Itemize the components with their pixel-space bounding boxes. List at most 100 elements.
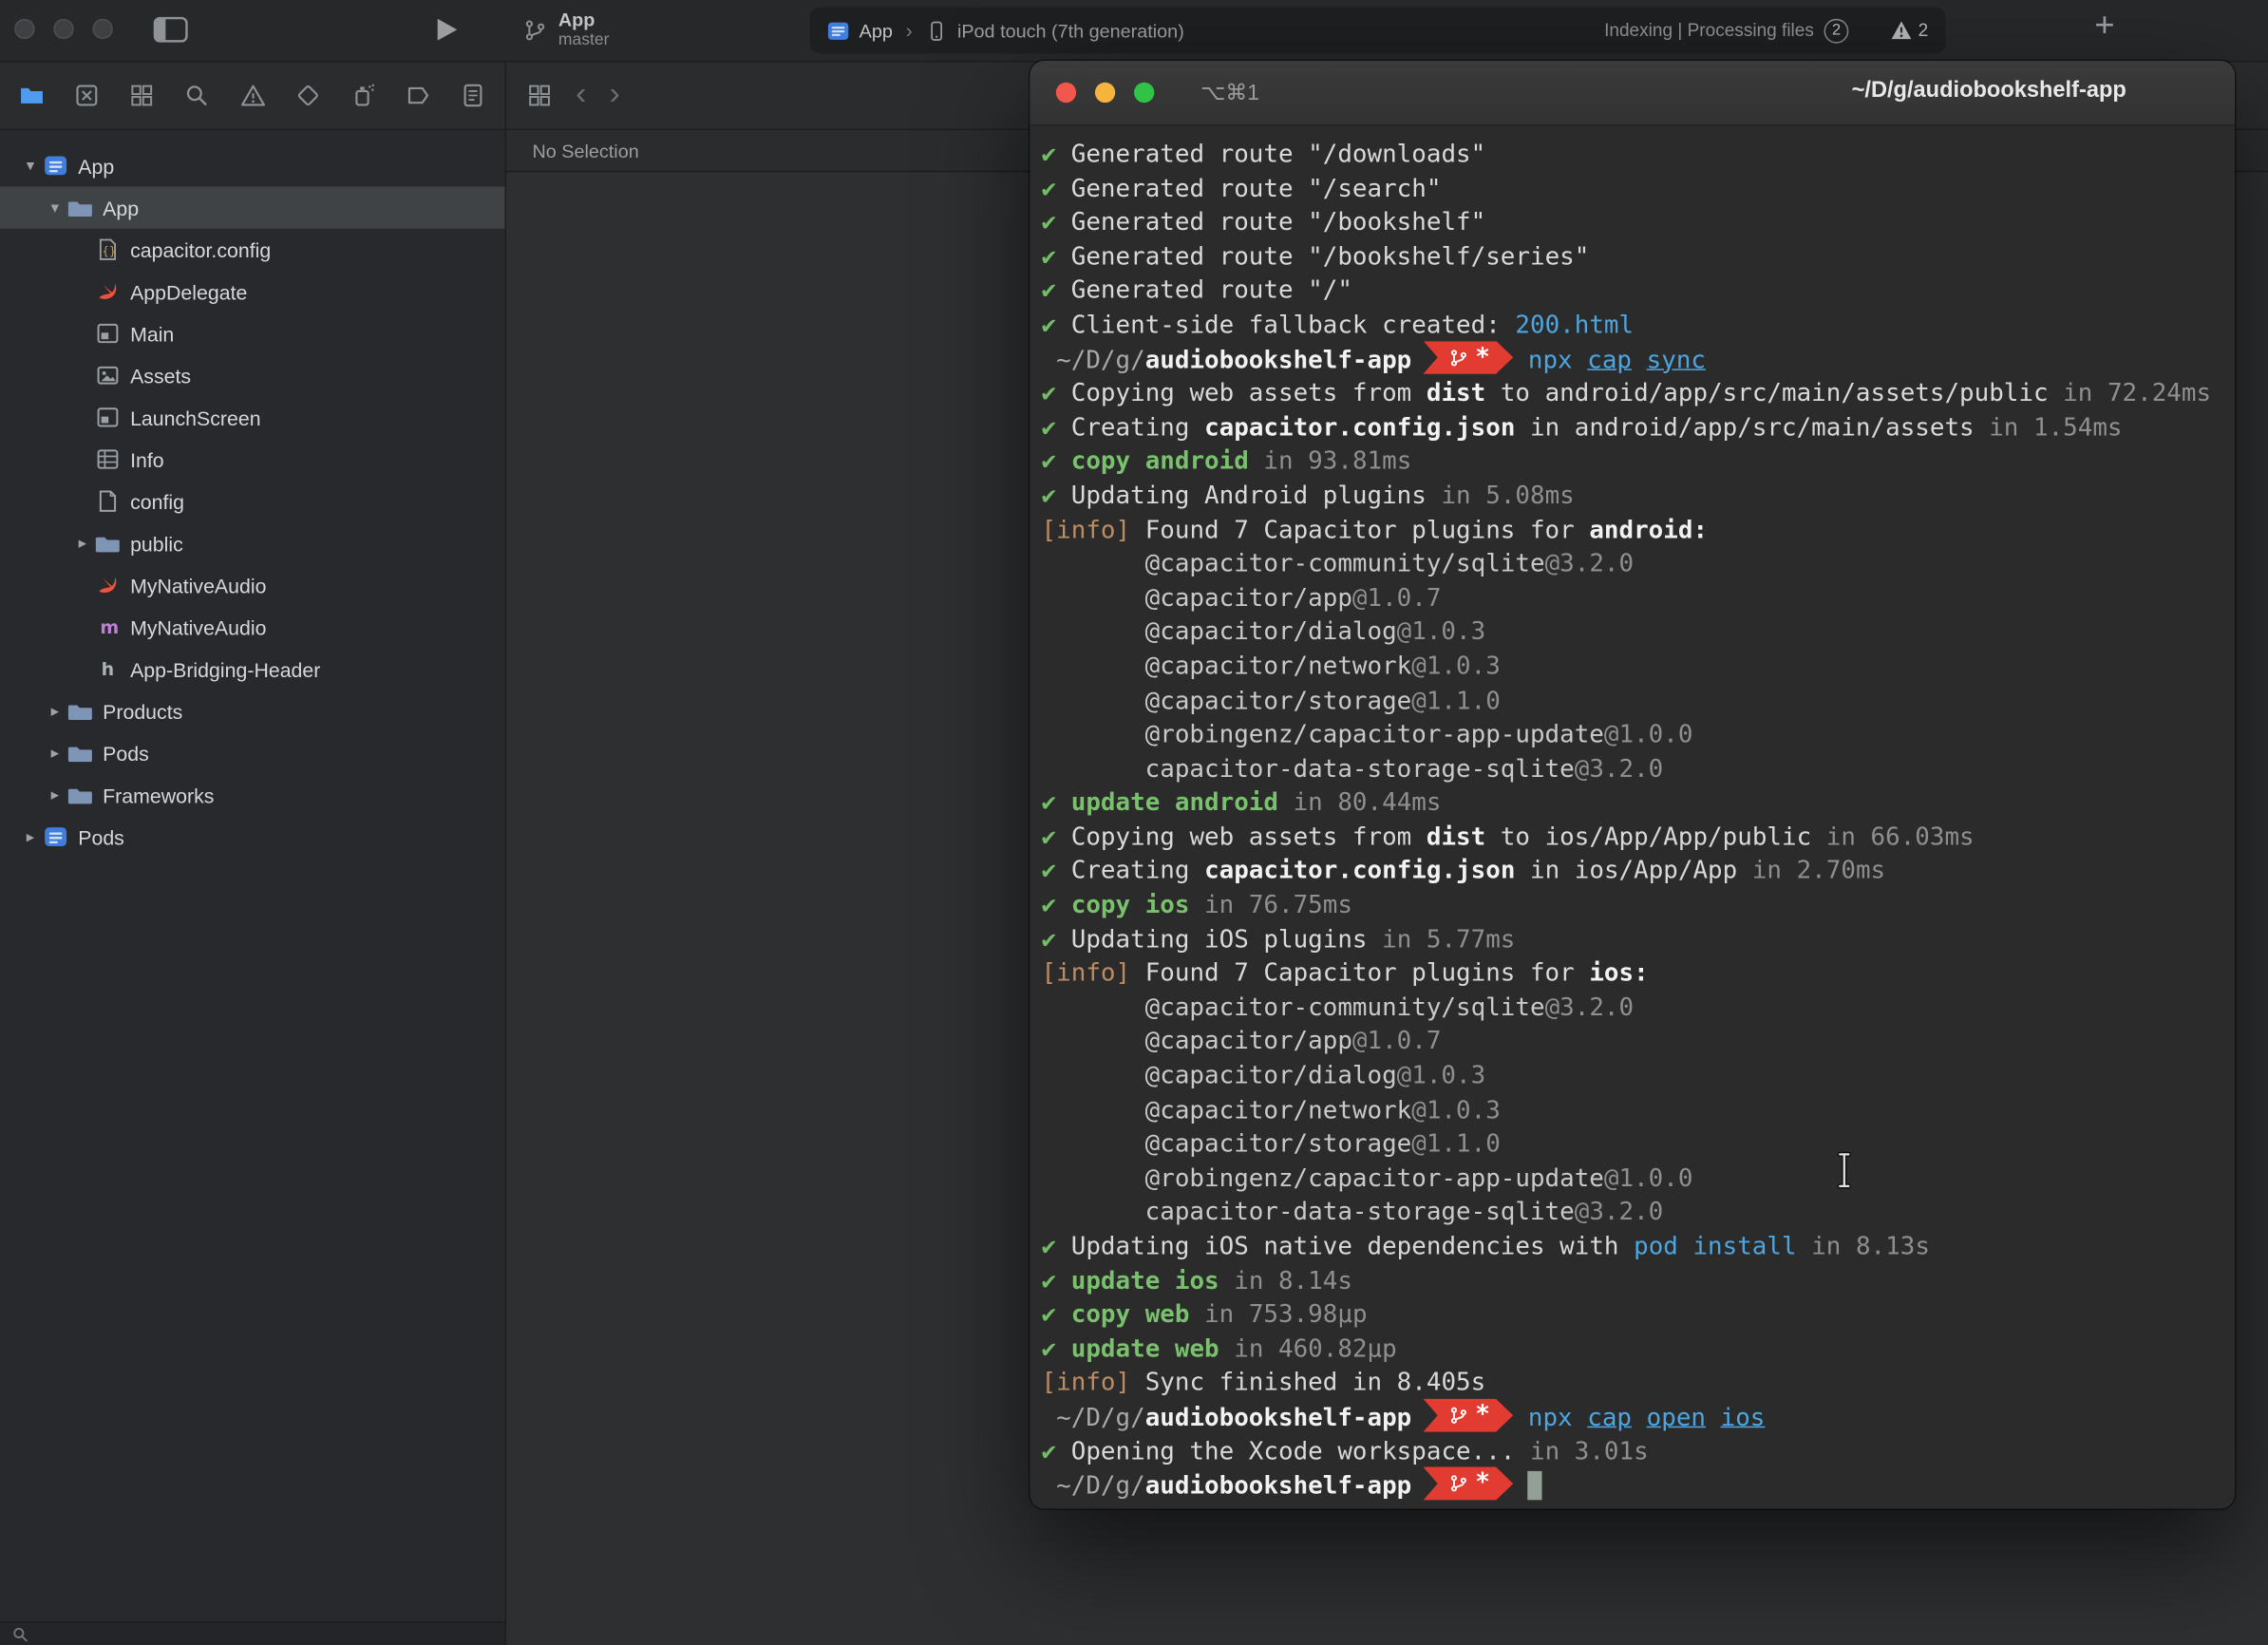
terminal-output-line: ✔ update android in 80.44ms xyxy=(1042,787,2223,822)
terminal-output-line: [info] Sync finished in 8.405s xyxy=(1042,1368,2223,1402)
disclosure-closed-icon[interactable]: ▸ xyxy=(42,702,67,721)
terminal-text xyxy=(1632,346,1647,374)
tree-item-label: public xyxy=(130,532,183,555)
run-button[interactable] xyxy=(434,16,460,44)
symbols-icon xyxy=(129,83,155,108)
sidebar-item-capacitor-config[interactable]: {}capacitor.config xyxy=(0,229,505,271)
terminal-output-line: @robingenz/capacitor-app-update@1.0.0 xyxy=(1042,1163,2223,1197)
sidebar-item-mynativeaudio[interactable]: MyNativeAudio xyxy=(0,564,505,606)
sidebar-item-products[interactable]: ▸Products xyxy=(0,690,505,731)
terminal-text xyxy=(1706,1404,1721,1432)
terminal-text: ios: xyxy=(1589,959,1648,988)
sidebar-item-pods[interactable]: ▸Pods xyxy=(0,816,505,858)
sidebar-item-config[interactable]: config xyxy=(0,481,505,522)
disclosure-open-icon[interactable]: ▾ xyxy=(42,199,67,217)
activity-badge[interactable]: 2 xyxy=(1824,18,1849,43)
sidebar-item-launchscreen[interactable]: LaunchScreen xyxy=(0,396,505,438)
terminal-output-line: ✔ Generated route "/" xyxy=(1042,275,2223,310)
sidebar-item-appdelegate[interactable]: AppDelegate xyxy=(0,271,505,312)
prompt-path-prefix: ~/D/g/ xyxy=(1042,1472,1145,1501)
terminal-output-line: ✔ update ios in 8.14s xyxy=(1042,1265,2223,1299)
disclosure-closed-icon[interactable]: ▸ xyxy=(17,827,43,846)
navigator-tab-project[interactable] xyxy=(17,81,46,109)
navigator-tab-find[interactable] xyxy=(182,81,211,109)
related-items-icon[interactable] xyxy=(526,83,552,108)
navigator-tab-breakpoints[interactable] xyxy=(404,81,432,109)
back-button[interactable]: ‹ xyxy=(576,77,586,109)
disclosure-closed-icon[interactable]: ▸ xyxy=(42,785,67,804)
terminal-text: ✔ xyxy=(1042,482,1071,510)
project-tree: ▾App▾App{}capacitor.configAppDelegateMai… xyxy=(0,130,505,858)
disclosure-open-icon[interactable]: ▾ xyxy=(17,156,43,175)
terminal-text: ✔ xyxy=(1042,1437,1071,1465)
terminal-text: ✔ xyxy=(1042,175,1071,203)
navigator-tab-debug[interactable] xyxy=(349,81,377,109)
disclosure-closed-icon[interactable]: ▸ xyxy=(69,534,95,553)
zoom-button[interactable] xyxy=(92,19,112,39)
terminal-text: in 1.54ms xyxy=(1989,413,2122,442)
git-branch-icon xyxy=(1449,348,1468,367)
navigator-tab-source-control[interactable] xyxy=(72,81,101,109)
sidebar-item-main[interactable]: Main xyxy=(0,312,505,354)
git-dirty-marker: * xyxy=(1475,342,1490,370)
run-destination-project[interactable]: App xyxy=(860,20,893,42)
swift-icon xyxy=(96,279,121,304)
terminal-output-line: @capacitor-community/sqlite@3.2.0 xyxy=(1042,548,2223,582)
disclosure-closed-icon[interactable]: ▸ xyxy=(42,744,67,763)
minimize-button[interactable] xyxy=(53,19,73,39)
navigator-tab-issues[interactable] xyxy=(238,81,267,109)
terminal-text: ✔ xyxy=(1042,379,1071,407)
terminal-body[interactable]: ✔ Generated route "/downloads"✔ Generate… xyxy=(1030,126,2235,1509)
navigator-tab-reports[interactable] xyxy=(459,81,487,109)
sidebar-item-pods[interactable]: ▸Pods xyxy=(0,732,505,774)
run-destination-device[interactable]: iPod touch (7th generation) xyxy=(957,20,1184,42)
close-button[interactable] xyxy=(1056,83,1076,103)
terminal-output-line: @capacitor/app@1.0.7 xyxy=(1042,1026,2223,1060)
sidebar-item-mynativeaudio[interactable]: mMyNativeAudio xyxy=(0,606,505,648)
terminal-output-line: ✔ Copying web assets from dist to androi… xyxy=(1042,378,2223,412)
terminal-output-line: ✔ Generated route "/search" xyxy=(1042,173,2223,207)
storyboard-icon xyxy=(96,405,121,429)
minimize-button[interactable] xyxy=(1095,83,1115,103)
terminal-text: copy android xyxy=(1071,447,1264,476)
sidebar-item-app[interactable]: ▾App xyxy=(0,186,505,228)
terminal-text: @robingenz/capacitor-app-update xyxy=(1042,1164,1604,1193)
sidebar-item-frameworks[interactable]: ▸Frameworks xyxy=(0,774,505,816)
terminal-text: @capacitor/app xyxy=(1042,1028,1352,1056)
terminal-text: in ios/App/App xyxy=(1515,857,1751,885)
terminal-text: ✔ xyxy=(1042,1334,1071,1363)
navigator-tab-tests[interactable] xyxy=(293,81,322,109)
sidebar-item-assets[interactable]: Assets xyxy=(0,354,505,396)
terminal-text: capacitor-data-storage-sqlite xyxy=(1042,755,1575,784)
terminal-titlebar[interactable]: ⌥⌘1 ~/D/g/audiobookshelf-app xyxy=(1030,61,2235,126)
terminal-text: capacitor.config.json xyxy=(1204,413,1515,442)
scheme-status[interactable]: App master xyxy=(523,6,609,55)
sidebar-item-app-bridging-header[interactable]: hApp-Bridging-Header xyxy=(0,648,505,690)
sidebar-item-public[interactable]: ▸ public xyxy=(0,522,505,564)
zoom-button[interactable] xyxy=(1134,83,1154,103)
sidebar-item-info[interactable]: Info xyxy=(0,438,505,480)
source-control-icon xyxy=(74,83,100,108)
toggle-sidebar-button[interactable] xyxy=(153,16,188,44)
terminal-text: @capacitor/storage xyxy=(1042,687,1412,715)
forward-button[interactable]: › xyxy=(610,77,620,109)
terminal-text: Copying web assets from xyxy=(1071,379,1427,407)
terminal-text: @1.0.3 xyxy=(1397,1062,1486,1090)
terminal-text: @1.0.0 xyxy=(1604,721,1693,749)
folder-icon xyxy=(68,741,93,766)
filter-icon xyxy=(13,1627,29,1643)
editor-toolbar: ‹ › xyxy=(506,62,620,128)
navigator-tab-symbols[interactable] xyxy=(127,81,156,109)
add-tab-button[interactable]: + xyxy=(2094,6,2114,47)
sidebar-item-app[interactable]: ▾App xyxy=(0,144,505,186)
terminal-text xyxy=(1632,1404,1647,1432)
terminal-prompt-line: ~/D/g/audiobookshelf-app* npx cap open i… xyxy=(1042,1402,2223,1436)
git-branch-icon xyxy=(1449,1406,1468,1425)
git-branch-segment: * xyxy=(1423,1467,1513,1501)
warning-indicator[interactable]: 2 xyxy=(1891,20,1929,40)
sidebar-filter-bar[interactable] xyxy=(0,1621,505,1645)
terminal-text: in android/app/src/main/assets xyxy=(1515,413,1989,442)
terminal-text: @capacitor/storage xyxy=(1042,1130,1412,1159)
header-h-icon: h xyxy=(96,656,121,681)
close-button[interactable] xyxy=(14,19,34,39)
